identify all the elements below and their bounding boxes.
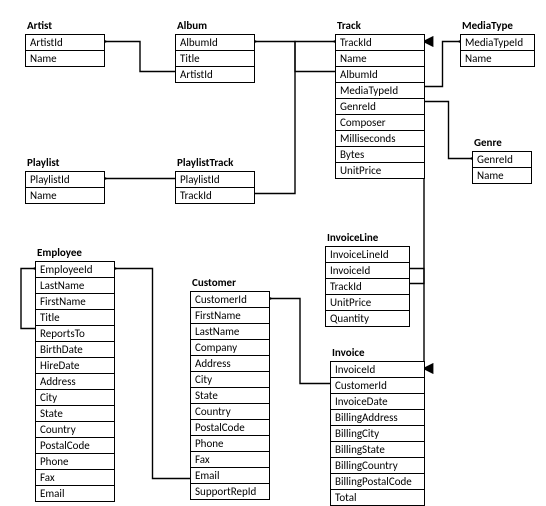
relation-track-AlbumId-to-album-AlbumId: [255, 42, 335, 72]
field-artist-artistid: ArtistId: [25, 34, 105, 51]
entity-title-album: Album: [175, 18, 255, 34]
field-mediatype-mediatypeid: MediaTypeId: [460, 34, 535, 51]
entity-title-invoice: Invoice: [330, 345, 425, 361]
field-customer-state: State: [190, 388, 270, 404]
entity-playlist: PlaylistPlaylistIdName: [25, 155, 105, 204]
field-customer-lastname: LastName: [190, 324, 270, 340]
field-employee-employeeid: EmployeeId: [35, 261, 115, 278]
field-invoiceline-trackid: TrackId: [325, 279, 410, 295]
entity-title-customer: Customer: [190, 275, 270, 291]
field-employee-phone: Phone: [35, 454, 115, 470]
field-employee-country: Country: [35, 422, 115, 438]
field-track-trackid: TrackId: [335, 34, 425, 51]
field-customer-email: Email: [190, 468, 270, 484]
field-employee-title: Title: [35, 310, 115, 326]
field-employee-birthdate: BirthDate: [35, 342, 115, 358]
field-employee-lastname: LastName: [35, 278, 115, 294]
field-customer-country: Country: [190, 404, 270, 420]
entity-title-playlisttrack: PlaylistTrack: [175, 155, 255, 171]
field-customer-supportrepid: SupportRepId: [190, 484, 270, 500]
field-track-composer: Composer: [335, 115, 425, 131]
relation-track-MediaTypeId-to-mediatype-MediaTypeId: [425, 42, 460, 87]
field-track-bytes: Bytes: [335, 147, 425, 163]
field-employee-address: Address: [35, 374, 115, 390]
relation-invoice-CustomerId-to-customer-CustomerId: [270, 299, 330, 384]
field-invoice-billingcountry: BillingCountry: [330, 458, 425, 474]
field-employee-reportsto: ReportsTo: [35, 326, 115, 342]
field-track-genreid: GenreId: [335, 99, 425, 115]
field-customer-postalcode: PostalCode: [190, 420, 270, 436]
entity-track: TrackTrackIdNameAlbumIdMediaTypeIdGenreI…: [335, 18, 425, 179]
field-genre-genreid: GenreId: [472, 151, 532, 168]
field-invoiceline-unitprice: UnitPrice: [325, 295, 410, 311]
entity-album: AlbumAlbumIdTitleArtistId: [175, 18, 255, 83]
field-invoice-invoiceid: InvoiceId: [330, 361, 425, 378]
field-invoiceline-invoiceid: InvoiceId: [325, 263, 410, 279]
field-customer-address: Address: [190, 356, 270, 372]
field-invoice-billingstate: BillingState: [330, 442, 425, 458]
relation-customer-SupportRepId-to-employee-EmployeeId: [115, 269, 190, 479]
field-album-title: Title: [175, 51, 255, 67]
field-customer-company: Company: [190, 340, 270, 356]
relation-track-GenreId-to-genre-GenreId: [425, 102, 472, 159]
field-invoiceline-invoicelineid: InvoiceLineId: [325, 246, 410, 263]
entity-title-artist: Artist: [25, 18, 105, 34]
entity-mediatype: MediaTypeMediaTypeIdName: [460, 18, 535, 67]
field-employee-email: Email: [35, 486, 115, 502]
field-employee-fax: Fax: [35, 470, 115, 486]
entity-invoiceline: InvoiceLineInvoiceLineIdInvoiceIdTrackId…: [325, 230, 410, 327]
entity-title-genre: Genre: [472, 135, 532, 151]
relation-album-ArtistId-to-artist-ArtistId: [105, 42, 175, 72]
field-playlisttrack-playlistid: PlaylistId: [175, 171, 255, 188]
field-artist-name: Name: [25, 51, 105, 67]
field-customer-firstname: FirstName: [190, 308, 270, 324]
entity-artist: ArtistArtistIdName: [25, 18, 105, 67]
field-genre-name: Name: [472, 168, 532, 184]
field-mediatype-name: Name: [460, 51, 535, 67]
entity-employee: EmployeeEmployeeIdLastNameFirstNameTitle…: [35, 245, 115, 502]
entity-title-track: Track: [335, 18, 425, 34]
field-track-unitprice: UnitPrice: [335, 163, 425, 179]
relation-playlisttrack-TrackId-to-track-TrackId: [255, 42, 335, 194]
field-customer-customerid: CustomerId: [190, 291, 270, 308]
field-invoice-billingaddress: BillingAddress: [330, 410, 425, 426]
field-employee-postalcode: PostalCode: [35, 438, 115, 454]
field-employee-city: City: [35, 390, 115, 406]
entity-title-invoiceline: InvoiceLine: [325, 230, 410, 246]
entity-invoice: InvoiceInvoiceIdCustomerIdInvoiceDateBil…: [330, 345, 425, 506]
field-invoice-total: Total: [330, 490, 425, 506]
field-track-mediatypeid: MediaTypeId: [335, 83, 425, 99]
field-track-albumid: AlbumId: [335, 67, 425, 83]
entity-title-playlist: Playlist: [25, 155, 105, 171]
field-employee-firstname: FirstName: [35, 294, 115, 310]
field-invoiceline-quantity: Quantity: [325, 311, 410, 327]
field-customer-phone: Phone: [190, 436, 270, 452]
field-invoice-billingcity: BillingCity: [330, 426, 425, 442]
field-invoice-invoicedate: InvoiceDate: [330, 394, 425, 410]
field-track-milliseconds: Milliseconds: [335, 131, 425, 147]
field-customer-city: City: [190, 372, 270, 388]
entity-title-employee: Employee: [35, 245, 115, 261]
field-customer-fax: Fax: [190, 452, 270, 468]
field-employee-state: State: [35, 406, 115, 422]
entity-genre: GenreGenreIdName: [472, 135, 532, 184]
entity-playlisttrack: PlaylistTrackPlaylistIdTrackId: [175, 155, 255, 204]
field-album-artistid: ArtistId: [175, 67, 255, 83]
er-diagram: ArtistArtistIdNameAlbumAlbumIdTitleArtis…: [0, 0, 546, 505]
field-invoice-customerid: CustomerId: [330, 378, 425, 394]
field-album-albumid: AlbumId: [175, 34, 255, 51]
field-invoice-billingpostalcode: BillingPostalCode: [330, 474, 425, 490]
field-playlist-name: Name: [25, 188, 105, 204]
field-track-name: Name: [335, 51, 425, 67]
field-employee-hiredate: HireDate: [35, 358, 115, 374]
relation-employee-ReportsTo-to-employee-EmployeeId: [21, 269, 35, 329]
field-playlisttrack-trackid: TrackId: [175, 188, 255, 204]
field-playlist-playlistid: PlaylistId: [25, 171, 105, 188]
entity-title-mediatype: MediaType: [460, 18, 535, 34]
entity-customer: CustomerCustomerIdFirstNameLastNameCompa…: [190, 275, 270, 500]
